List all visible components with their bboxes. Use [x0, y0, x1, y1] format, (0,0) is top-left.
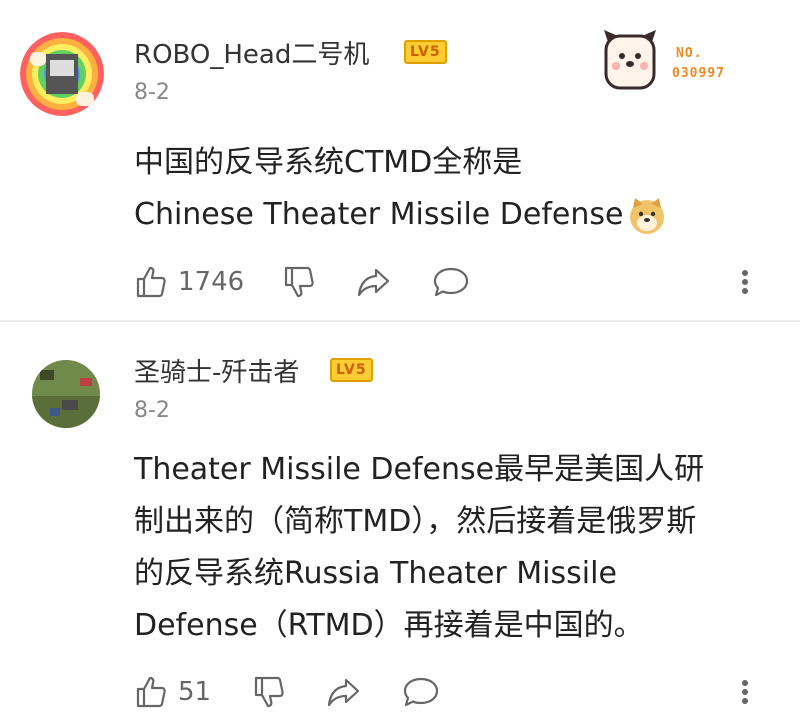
thumbs-down-icon [254, 676, 284, 708]
badge-no-label: NO. [676, 46, 703, 61]
like-count: 51 [178, 677, 212, 707]
comment-text: Theater Missile Defense最早是美国人研 制出来的（简称TM… [134, 444, 774, 652]
comment-line: 的反导系统Russia Theater Missile [134, 556, 617, 591]
doge-emoji-icon [627, 196, 667, 236]
comment-line-with-emoji: Chinese Theater Missile Defense [134, 189, 774, 241]
comment-actions: 51 [134, 672, 774, 712]
like-count: 1746 [178, 267, 245, 297]
dog-sticker-icon [604, 30, 656, 90]
more-vertical-icon [742, 270, 748, 294]
like-button[interactable]: 1746 [134, 262, 244, 302]
comment-item: 圣骑士-歼击者 LV5 8-2 Theater Missile Defense最… [0, 322, 800, 724]
comment-date: 8-2 [134, 398, 170, 423]
level-badge: LV5 [404, 40, 447, 64]
badge-number: 030997 [672, 66, 725, 81]
comment-bubble-icon [433, 267, 469, 297]
more-vertical-icon [742, 680, 748, 704]
fan-badge: NO. 030997 [596, 22, 756, 92]
comment-line: 中国的反导系统CTMD全称是 [134, 145, 523, 180]
comment-actions: 1746 [134, 262, 774, 302]
share-button[interactable] [326, 672, 362, 712]
share-button[interactable] [356, 262, 392, 302]
thumbs-up-icon [136, 676, 166, 708]
level-badge: LV5 [330, 358, 373, 382]
username[interactable]: ROBO_Head二号机 [134, 34, 369, 71]
comment-line: 制出来的（简称TMD），然后接着是俄罗斯 [134, 504, 697, 539]
dislike-button[interactable] [282, 262, 316, 302]
comment-text: 中国的反导系统CTMD全称是 Chinese Theater Missile D… [134, 137, 774, 241]
avatar[interactable] [32, 360, 100, 428]
comment-line: Theater Missile Defense最早是美国人研 [134, 452, 705, 487]
dislike-button[interactable] [252, 672, 286, 712]
more-options-button[interactable] [740, 262, 750, 302]
comment-date: 8-2 [134, 80, 170, 105]
comment-item: ROBO_Head二号机 LV5 8-2 NO. 030997 中国的反导系统C… [0, 0, 800, 322]
comment-line: Defense（RTMD）再接着是中国的。 [134, 608, 644, 643]
like-button[interactable]: 51 [134, 672, 211, 712]
thumbs-down-icon [284, 266, 314, 298]
more-options-button[interactable] [740, 672, 750, 712]
avatar[interactable] [20, 32, 104, 116]
share-icon [357, 268, 390, 297]
share-icon [327, 678, 360, 707]
reply-button[interactable] [432, 262, 470, 302]
username[interactable]: 圣骑士-歼击者 [134, 352, 299, 389]
thumbs-up-icon [136, 266, 166, 298]
comment-bubble-icon [403, 677, 439, 707]
comment-line: Chinese Theater Missile Defense [134, 197, 624, 232]
reply-button[interactable] [402, 672, 440, 712]
